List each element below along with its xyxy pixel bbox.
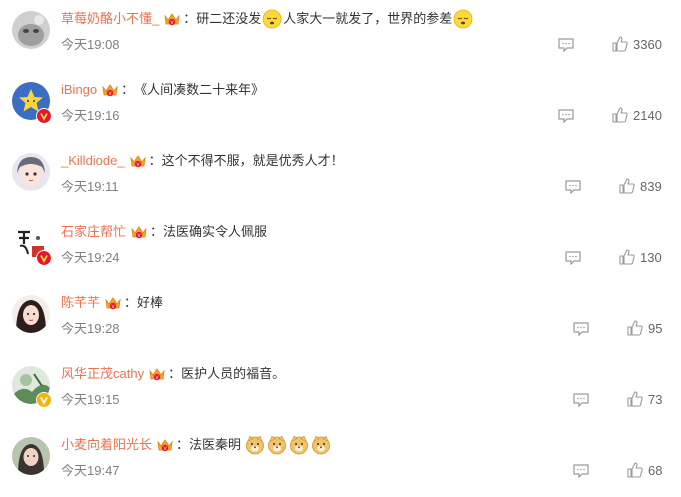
like-count: 73 [648, 392, 663, 407]
comment-item: 风华正茂cathy V ： 医护人员的福音。 今天19:15 73 [0, 355, 681, 426]
verified-v-icon [36, 250, 52, 266]
thumbs-up-icon[interactable] [612, 107, 628, 123]
username-link[interactable]: iBingo [61, 81, 97, 99]
vip-crown-icon: V [157, 439, 173, 452]
comment-text: 法医确实令人佩服 [163, 224, 268, 239]
username-link[interactable]: _Killdiode_ [61, 152, 125, 170]
timestamp: 今天19:11 [61, 179, 119, 194]
username-link[interactable]: 陈芊芊 [61, 294, 100, 312]
comment-colon: ： [150, 224, 164, 239]
like-count: 95 [648, 321, 663, 336]
comment-line: 陈芊芊 V ： 好棒 [61, 294, 163, 312]
verified-v-icon [36, 108, 52, 124]
vip-crown-icon: V [149, 368, 165, 381]
comment-colon: ： [121, 82, 135, 97]
comment-item: _Killdiode_ V ： 这个不得不服，就是优秀人才！ 今天19:11 8… [0, 142, 681, 213]
comment-text: 法医秦明 [189, 437, 242, 452]
thumbs-up-icon[interactable] [627, 320, 643, 336]
comment-icon[interactable] [558, 109, 574, 123]
username-link[interactable]: 草莓奶酪小不懂_ [61, 10, 159, 28]
vip-crown-icon: V [164, 13, 180, 26]
comment-colon: ： [148, 153, 162, 168]
thumbs-up-icon[interactable] [619, 178, 635, 194]
avatar[interactable] [12, 437, 50, 475]
doge-emoji-icon [268, 435, 286, 455]
like-count: 3360 [633, 37, 662, 52]
timestamp: 今天19:28 [61, 321, 120, 336]
doge-emoji-icon [246, 435, 264, 455]
comment-colon: ： [124, 295, 138, 310]
comment-text: 研二还没发 [196, 11, 262, 26]
comment-item: 陈芊芊 V ： 好棒 今天19:28 95 [0, 284, 681, 355]
comment-line: 小麦向着阳光长 V ： 法医秦明 [61, 435, 332, 455]
timestamp: 今天19:08 [61, 37, 120, 52]
comment-icon[interactable] [565, 251, 581, 265]
like-count: 68 [648, 463, 663, 478]
thumbs-up-icon[interactable] [627, 462, 643, 478]
comment-text: 好棒 [137, 295, 164, 310]
comment-colon: ： [176, 437, 190, 452]
vip-crown-icon: V [102, 84, 118, 97]
comment-colon: ： [183, 11, 197, 26]
timestamp: 今天19:24 [61, 250, 120, 265]
timestamp: 今天19:47 [61, 463, 120, 478]
comment-line: _Killdiode_ V ： 这个不得不服，就是优秀人才！ [61, 152, 344, 170]
timestamp: 今天19:15 [61, 392, 120, 407]
like-count: 839 [640, 179, 662, 194]
thumbs-up-icon[interactable] [612, 36, 628, 52]
username-link[interactable]: 风华正茂cathy [61, 365, 144, 383]
comment-icon[interactable] [558, 38, 574, 52]
comment-line: 石家庄帮忙 V ： 法医确实令人佩服 [61, 223, 267, 241]
comment-line: iBingo V ： 《人间凑数二十来年》 [61, 81, 264, 99]
comment-icon[interactable] [573, 393, 589, 407]
verified-v-icon [36, 392, 52, 408]
thumbs-up-icon[interactable] [627, 391, 643, 407]
comment-colon: ： [168, 366, 182, 381]
comment-text: 人家大一就发了，世界的参差 [283, 11, 453, 26]
timestamp: 今天19:16 [61, 108, 120, 123]
comment-line: 风华正茂cathy V ： 医护人员的福音。 [61, 365, 285, 383]
avatar[interactable] [12, 295, 50, 333]
comment-item: 小麦向着阳光长 V ： 法医秦明 今天19:47 68 [0, 426, 681, 497]
like-count: 2140 [633, 108, 662, 123]
comment-icon[interactable] [573, 322, 589, 336]
username-link[interactable]: 小麦向着阳光长 [61, 436, 152, 454]
username-link[interactable]: 石家庄帮忙 [61, 223, 126, 241]
sleepy-face-emoji-icon [453, 9, 473, 29]
doge-emoji-icon [312, 435, 330, 455]
comment-text: 《人间凑数二十来年》 [134, 82, 265, 97]
avatar[interactable] [12, 11, 50, 49]
sleepy-face-emoji-icon [262, 9, 282, 29]
like-count: 130 [640, 250, 662, 265]
comment-icon[interactable] [573, 464, 589, 478]
vip-crown-icon: V [130, 155, 146, 168]
comment-item: 草莓奶酪小不懂_ V ： 研二还没发 人家大一就发了，世界的参差 今天19:08… [0, 0, 681, 71]
comment-text: 医护人员的福音。 [181, 366, 286, 381]
avatar[interactable] [12, 153, 50, 191]
comment-line: 草莓奶酪小不懂_ V ： 研二还没发 人家大一就发了，世界的参差 [61, 9, 474, 29]
vip-crown-icon: V [131, 226, 147, 239]
comment-item: 石家庄帮忙 V ： 法医确实令人佩服 今天19:24 130 [0, 213, 681, 284]
comment-text: 这个不得不服，就是优秀人才！ [161, 153, 344, 168]
thumbs-up-icon[interactable] [619, 249, 635, 265]
comment-item: iBingo V ： 《人间凑数二十来年》 今天19:16 2140 [0, 71, 681, 142]
comment-icon[interactable] [565, 180, 581, 194]
doge-emoji-icon [290, 435, 308, 455]
vip-crown-icon: V [105, 297, 121, 310]
